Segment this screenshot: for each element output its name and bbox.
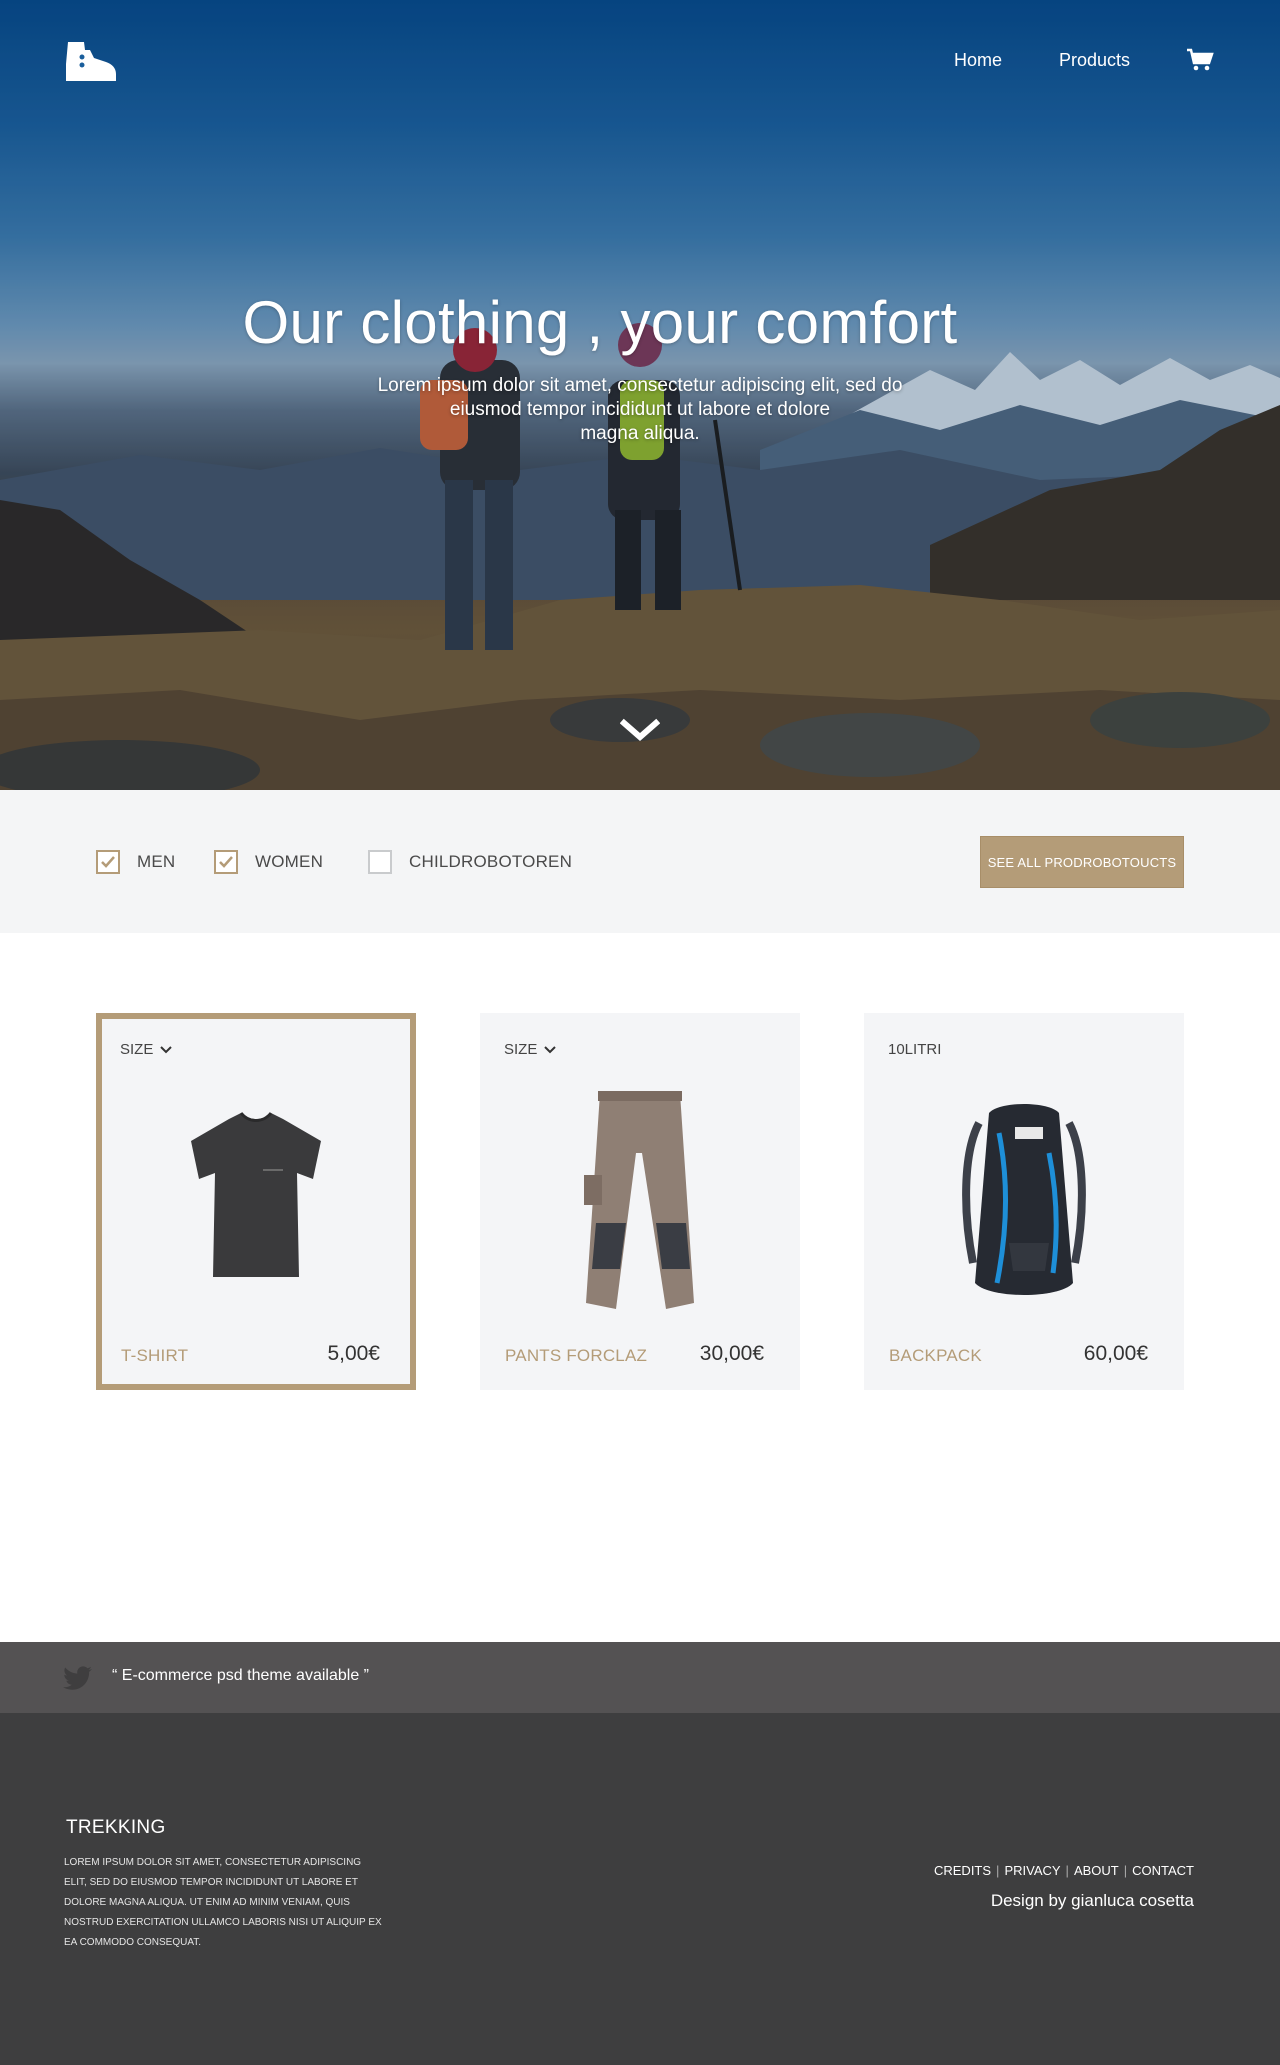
product-price: 60,00€ bbox=[1083, 1342, 1148, 1365]
nav-home-link[interactable]: Home bbox=[954, 50, 1002, 71]
filter-men-label: MEN bbox=[137, 852, 176, 871]
hero-section: Home Products Our clothing , your comfor… bbox=[0, 0, 1280, 790]
filter-children-label: CHILDROBOTOREN bbox=[409, 852, 573, 871]
product-price: 5,00€ bbox=[327, 1342, 380, 1365]
hiking-boot-icon[interactable] bbox=[62, 38, 118, 82]
cart-icon[interactable] bbox=[1186, 48, 1214, 72]
size-dropdown[interactable]: SIZE bbox=[120, 1041, 173, 1058]
checkbox-men[interactable] bbox=[96, 850, 120, 874]
page: Home Products Our clothing , your comfor… bbox=[0, 0, 1280, 2065]
footer-link-about[interactable]: ABOUT bbox=[1074, 1863, 1119, 1878]
filter-bar: MEN WOMEN CHILDROBOTOREN SEE ALL PRODROB… bbox=[0, 790, 1280, 933]
chevron-down-icon[interactable] bbox=[620, 715, 660, 745]
footer-description: Lorem ipsum dolor sit amet, consectetur … bbox=[64, 1857, 382, 1948]
filter-men[interactable]: MEN bbox=[96, 850, 175, 874]
checkbox-women[interactable] bbox=[214, 850, 238, 874]
product-card-pants[interactable]: SIZE PANTS FORCLAZ 30,00€ bbox=[480, 1013, 800, 1390]
footer-links: CREDITS | PRIVACY | ABOUT | CONTACT bbox=[933, 1863, 1194, 1878]
see-all-products-button[interactable]: SEE ALL PRODROBOTOUCTS bbox=[980, 836, 1184, 888]
checkmark-icon bbox=[219, 856, 233, 868]
tweet-bar: “ E-commerce psd theme available ” bbox=[0, 1642, 1280, 1713]
tweet-text: “ E-commerce psd theme available ” bbox=[112, 1667, 369, 1684]
footer-link-credits[interactable]: CREDITS bbox=[934, 1863, 991, 1878]
filter-women-label: WOMEN bbox=[255, 852, 324, 871]
hero-title: Our clothing , your comfort bbox=[242, 289, 958, 356]
backpack-image bbox=[962, 1104, 1086, 1295]
footer-brand: TREKKING bbox=[66, 1817, 166, 1838]
footer-link-privacy[interactable]: PRIVACY bbox=[1004, 1863, 1060, 1878]
product-card-tshirt[interactable]: SIZE T-SHIRT 5,00€ bbox=[96, 1013, 416, 1390]
footer-credit: Design by gianluca cosetta bbox=[990, 1891, 1194, 1910]
chevron-down-icon bbox=[160, 1045, 173, 1053]
product-name: BACKPACK bbox=[889, 1346, 982, 1365]
pants-image bbox=[584, 1091, 694, 1309]
product-name: T-SHIRT bbox=[121, 1346, 189, 1365]
checkmark-icon bbox=[101, 856, 115, 868]
product-card-backpack[interactable]: 10LITRI BACKPACK 60,00€ bbox=[864, 1013, 1184, 1390]
footer-link-contact[interactable]: CONTACT bbox=[1132, 1863, 1194, 1878]
capacity-label: 10LITRI bbox=[888, 1041, 942, 1058]
tshirt-image bbox=[191, 1111, 321, 1277]
twitter-icon[interactable] bbox=[63, 1666, 93, 1690]
chevron-down-icon bbox=[544, 1045, 557, 1053]
hero-subtitle: Lorem ipsum dolor sit amet, consectetur … bbox=[377, 375, 903, 444]
nav-products-link[interactable]: Products bbox=[1059, 50, 1130, 71]
product-name: PANTS FORCLAZ bbox=[505, 1346, 648, 1365]
product-price: 30,00€ bbox=[699, 1342, 764, 1365]
filter-women[interactable]: WOMEN bbox=[214, 850, 323, 874]
checkbox-children[interactable] bbox=[368, 850, 392, 874]
size-dropdown[interactable]: SIZE bbox=[504, 1041, 557, 1058]
footer: TREKKING Lorem ipsum dolor sit amet, con… bbox=[0, 1713, 1280, 2065]
filter-children[interactable]: CHILDROBOTOREN bbox=[368, 850, 572, 874]
